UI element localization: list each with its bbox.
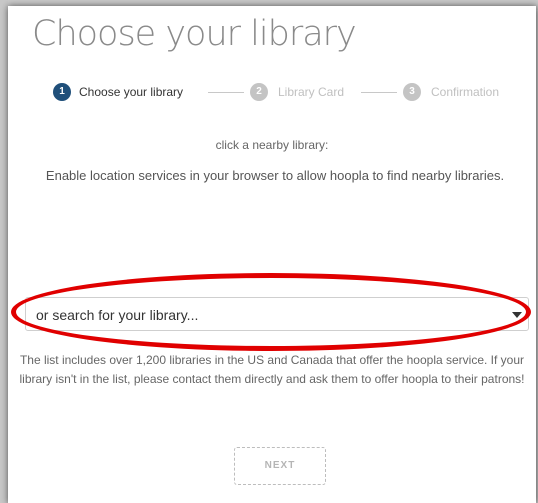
library-signup-card: Choose your library 1 Choose your librar… (8, 6, 536, 503)
library-search-placeholder: or search for your library... (36, 307, 199, 323)
nearby-library-hint: click a nearby library: (215, 138, 329, 152)
screen-backdrop-left (0, 0, 8, 503)
library-list-info: The list includes over 1,200 libraries i… (19, 353, 525, 386)
step-2-number: 2 (250, 83, 268, 101)
step-1-label: Choose your library (79, 85, 184, 99)
location-services-message: Enable location services in your browser… (45, 168, 505, 183)
page-title: Choose your library (32, 14, 357, 54)
stepper: 1 Choose your library 2 Library Card 3 C… (8, 83, 536, 105)
step-3-label: Confirmation (431, 85, 500, 99)
next-button[interactable]: NEXT (234, 447, 326, 485)
step-3-number: 3 (403, 83, 421, 101)
step-connector (208, 92, 244, 93)
step-2-label: Library Card (278, 85, 345, 99)
library-search-select[interactable]: or search for your library... (25, 297, 529, 331)
step-1-number: 1 (53, 83, 71, 101)
step-connector (361, 92, 397, 93)
chevron-down-icon (512, 312, 522, 318)
